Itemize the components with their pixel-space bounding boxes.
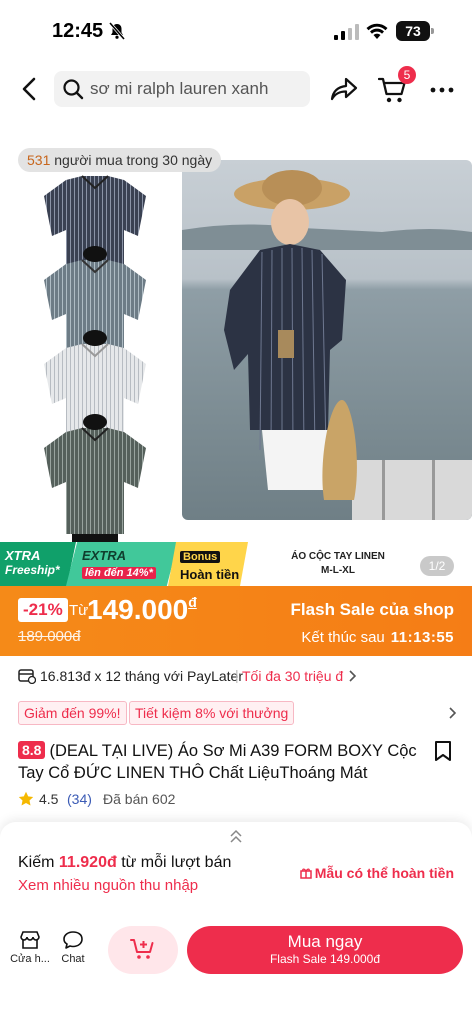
flash-sale-bar[interactable]: -21% Từ 149.000đ 189.000đ Flash Sale của…	[0, 586, 472, 656]
bookmark-icon[interactable]	[434, 740, 452, 762]
buy-now-button[interactable]: Mua ngay Flash Sale 149.000đ	[187, 926, 463, 974]
chevron-right-icon	[349, 670, 357, 682]
score-badge: 8.8	[18, 741, 46, 759]
add-to-cart-button[interactable]	[108, 926, 178, 974]
discount-badge: -21%	[18, 598, 68, 622]
bottom-action-bar: Cửa h... Chat Mua ngay Flash Sale 149.00…	[0, 922, 472, 982]
chevron-up-icon[interactable]	[228, 828, 244, 844]
voucher-tag[interactable]: Tiết kiệm 8% với thưởng	[129, 701, 295, 725]
buyers-count: 531	[27, 152, 51, 168]
rating-value: 4.5	[39, 791, 59, 807]
flash-sale-title: Flash Sale của shop	[290, 600, 454, 619]
sale-price: 149.000đ	[87, 594, 197, 625]
sold-count: Đã bán 602	[103, 791, 176, 807]
product-title-text: (DEAL TẠI LIVE) Áo Sơ Mi A39 FORM BOXY C…	[18, 742, 417, 782]
product-image-gallery[interactable]: 531 người mua trong 30 ngày XTRA Freeshi…	[0, 122, 472, 586]
add-cart-icon	[130, 939, 154, 959]
model-image	[182, 170, 472, 520]
buyers-count-badge: 531 người mua trong 30 ngày	[18, 148, 222, 172]
promo-banner: XTRA Freeship* EXTRA lên đến 14%* Bonus …	[0, 542, 472, 586]
chat-icon	[63, 931, 83, 949]
battery-indicator: 73	[396, 21, 434, 41]
voucher-tag[interactable]: Giảm đến 99%!	[18, 701, 127, 725]
cell-signal-icon	[334, 24, 359, 40]
price-from-label: Từ	[69, 602, 89, 619]
search-input[interactable]	[90, 75, 304, 103]
bottom-sheet: Kiếm 11.920đ từ mỗi lượt bán Xem nhiều n…	[0, 822, 472, 1024]
review-count[interactable]: (34)	[67, 791, 92, 807]
top-navigation: 5	[0, 64, 472, 114]
back-arrow-icon[interactable]	[18, 76, 42, 102]
paylater-text: 16.813đ x 12 tháng với PayLater	[40, 668, 243, 684]
voucher-tags[interactable]: Giảm đến 99%! Tiết kiệm 8% với thưởng	[18, 701, 458, 725]
paylater-row[interactable]: 16.813đ x 12 tháng với PayLater | Tối đa…	[18, 666, 458, 688]
buyers-text: người mua trong 30 ngày	[54, 152, 213, 168]
image-counter: 1/2	[420, 556, 454, 576]
promo-extra: EXTRA lên đến 14%*	[66, 542, 178, 586]
cart-badge: 5	[398, 66, 416, 84]
search-bar[interactable]	[54, 71, 310, 107]
product-title: 8.8 (DEAL TẠI LIVE) Áo Sơ Mi A39 FORM BOX…	[18, 740, 428, 784]
income-sources-link[interactable]: Xem nhiều nguồn thu nhập	[18, 877, 198, 894]
star-icon	[18, 791, 34, 806]
gift-icon	[300, 868, 312, 879]
paylater-limit: Tối đa 30 triệu đ	[242, 668, 344, 684]
original-price: 189.000đ	[18, 628, 81, 645]
more-options-icon[interactable]	[430, 78, 454, 102]
affiliate-earn: Kiếm 11.920đ từ mỗi lượt bán	[18, 854, 232, 871]
refundable-sample[interactable]: Mẫu có thể hoàn tiền	[300, 865, 454, 881]
flash-sale-countdown: Kết thúc sau 11:13:55	[301, 629, 454, 646]
wifi-icon	[366, 23, 388, 39]
shop-button[interactable]: Cửa h...	[8, 930, 52, 965]
bell-muted-icon	[108, 22, 126, 40]
chat-button[interactable]: Chat	[51, 930, 95, 965]
chevron-right-icon[interactable]	[448, 707, 458, 719]
status-time: 12:45	[52, 20, 104, 42]
model-photo	[182, 160, 472, 520]
promo-xtra-freeship: XTRA Freeship*	[0, 542, 76, 586]
shop-icon	[20, 931, 40, 949]
image-caption: ÁO CỘC TAY LINEN M-L-XL	[291, 551, 385, 576]
share-icon[interactable]	[330, 76, 358, 102]
promo-bonus: Bonus Hoàn tiền	[168, 542, 248, 586]
paylater-icon	[18, 669, 36, 684]
status-bar: 12:45 73	[0, 0, 472, 60]
shirt-colors-image	[44, 175, 146, 542]
search-icon	[63, 79, 84, 100]
